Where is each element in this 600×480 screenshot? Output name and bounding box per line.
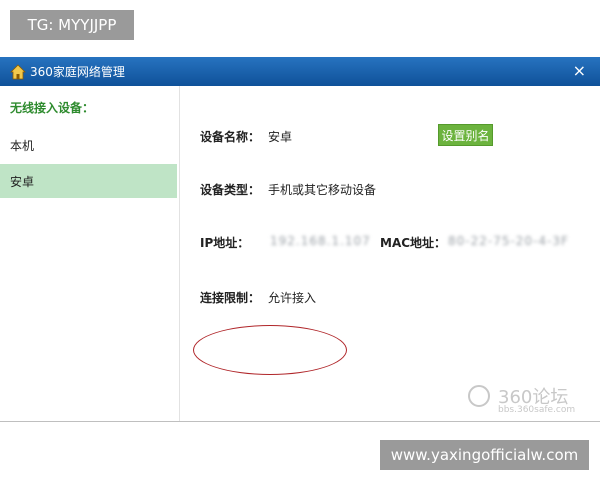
sidebar-item-label: 本机 [10, 138, 35, 153]
sidebar-item-label: 安卓 [10, 174, 35, 189]
connection-limit-value: 允许接入 [268, 291, 317, 305]
mac-address-label: MAC地址： [380, 236, 447, 250]
site-watermark-badge: www.yaxingofficialw.com [380, 440, 589, 470]
device-detail-panel: 设备名称： 安卓 设置别名 设备类型： 手机或其它移动设备 IP地址： 192.… [193, 86, 590, 416]
tg-watermark-badge: TG: MYYJJPP [10, 10, 134, 40]
sidebar-item-android[interactable]: 安卓 [0, 164, 177, 198]
forum-watermark: 360论坛 bbs.360safe.com [468, 383, 598, 415]
device-type-value: 手机或其它移动设备 [268, 183, 377, 197]
device-type-label: 设备类型： [200, 183, 261, 197]
device-name-value: 安卓 [268, 130, 293, 144]
ip-address-value: 192.168.1.107 [270, 234, 371, 248]
close-icon[interactable]: × [573, 61, 586, 81]
plus-circle-icon [468, 385, 490, 407]
window-title: 360家庭网络管理 [30, 65, 125, 79]
network-manager-window: 360家庭网络管理 × 无线接入设备： 本机 安卓 设备名称： 安卓 设置别名 … [0, 57, 600, 422]
device-sidebar: 无线接入设备： 本机 安卓 [0, 86, 180, 421]
watermark-url: bbs.360safe.com [498, 405, 576, 415]
sidebar-item-local[interactable]: 本机 [0, 128, 177, 162]
highlight-ellipse [193, 325, 347, 375]
connection-limit-label: 连接限制： [200, 291, 261, 305]
title-bar: 360家庭网络管理 × [0, 57, 600, 86]
sidebar-heading: 无线接入设备： [10, 101, 95, 115]
mac-address-value: 80-22-75-20-4-3F [448, 234, 569, 248]
ip-address-label: IP地址： [200, 236, 250, 250]
device-name-label: 设备名称： [200, 130, 261, 144]
set-alias-button[interactable]: 设置别名 [438, 124, 493, 146]
home-icon [10, 63, 26, 80]
